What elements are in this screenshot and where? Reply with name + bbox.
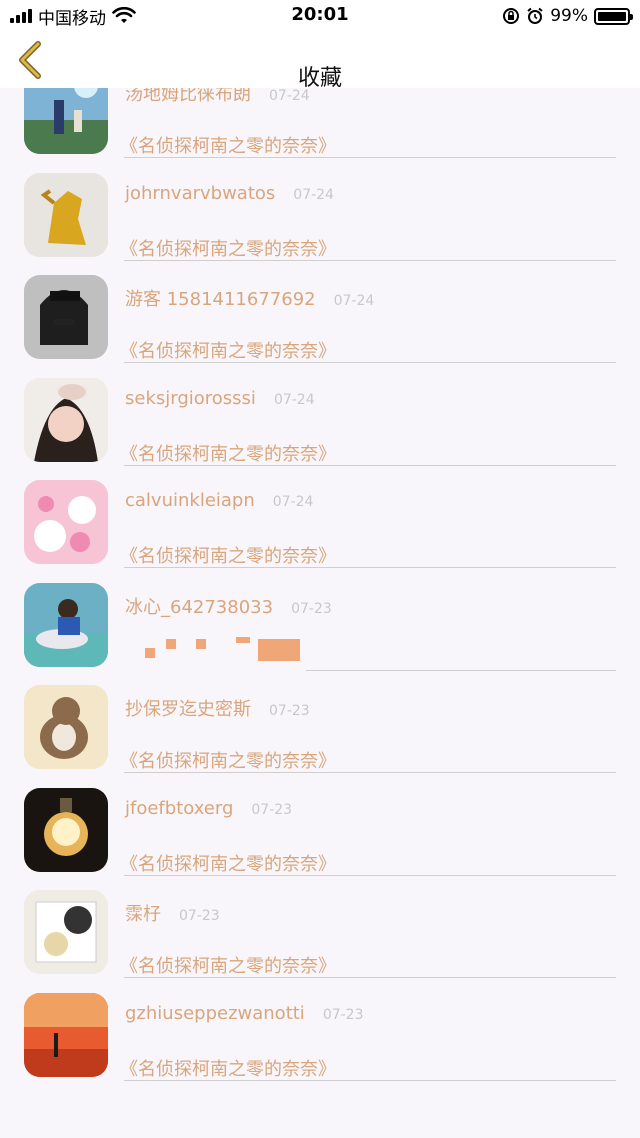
username[interactable]: calvuinkleiapn bbox=[125, 490, 255, 511]
list-item[interactable]: johrnvarvbwatos 07-24 《名侦探柯南之零的奈奈》 bbox=[0, 165, 640, 268]
avatar-image bbox=[24, 992, 108, 1077]
date-label: 07-24 bbox=[293, 186, 334, 203]
avatar-image bbox=[24, 172, 108, 257]
date-label: 07-24 bbox=[272, 494, 314, 510]
avatar-image bbox=[24, 480, 108, 564]
work-title[interactable]: 《名侦探柯南之零的奈奈》 bbox=[120, 235, 336, 261]
user-line: johrnvarvbwatos 07-24 bbox=[125, 183, 334, 204]
nav-bar: 收藏 bbox=[0, 32, 640, 91]
username[interactable]: 游客 1581411677692 bbox=[125, 285, 316, 311]
date-label: 07-23 bbox=[322, 1006, 364, 1023]
battery-percent: 99% bbox=[550, 6, 588, 26]
avatar[interactable] bbox=[24, 275, 108, 359]
divider bbox=[124, 874, 616, 876]
avatar-image bbox=[24, 275, 108, 359]
work-title[interactable]: 《名侦探柯南之零的奈奈》 bbox=[120, 952, 336, 978]
list-item[interactable]: jfoefbtoxerg 07-23 《名侦探柯南之零的奈奈》 bbox=[0, 780, 640, 883]
avatar[interactable] bbox=[24, 992, 108, 1077]
divider bbox=[124, 1079, 616, 1081]
list-item[interactable]: 抄保罗迄史密斯 07-23 《名侦探柯南之零的奈奈》 bbox=[0, 677, 640, 780]
avatar[interactable] bbox=[24, 480, 108, 564]
work-title[interactable]: 《名侦探柯南之零的奈奈》 bbox=[120, 337, 336, 363]
avatar[interactable] bbox=[24, 685, 108, 769]
divider bbox=[124, 772, 616, 773]
avatar-image bbox=[24, 377, 108, 462]
username[interactable]: 霂杍 bbox=[125, 900, 161, 926]
divider bbox=[124, 977, 616, 978]
avatar-image bbox=[24, 787, 108, 872]
work-title[interactable]: 《名侦探柯南之零的奈奈》 bbox=[120, 132, 336, 158]
username[interactable]: gzhiuseppezwanotti bbox=[125, 1003, 305, 1024]
username[interactable]: 抄保罗迄史密斯 bbox=[125, 695, 251, 721]
avatar-image bbox=[24, 890, 108, 974]
list-item[interactable]: seksjrgiorosssi 07-24 《名侦探柯南之零的奈奈》 bbox=[0, 370, 640, 473]
user-line: 抄保罗迄史密斯 07-23 bbox=[125, 695, 310, 721]
divider bbox=[124, 362, 616, 363]
rotation-lock-icon bbox=[503, 8, 520, 24]
date-label: 07-23 bbox=[291, 600, 332, 617]
work-title[interactable]: 《名侦探柯南之零的奈奈》 bbox=[120, 1055, 336, 1081]
favorites-list[interactable]: 汤地姆比徕布朗 07-24 《名侦探柯南之零的奈奈》 johrnvarvbwatos 0… bbox=[0, 52, 640, 1088]
avatar[interactable] bbox=[24, 582, 108, 667]
divider bbox=[124, 259, 616, 261]
battery-icon bbox=[594, 7, 633, 25]
work-title[interactable]: 《名侦探柯南之零的奈奈》 bbox=[120, 542, 336, 568]
date-label: 07-23 bbox=[179, 908, 220, 924]
battery-fill bbox=[598, 11, 626, 21]
divider bbox=[124, 157, 616, 158]
date-label: 07-23 bbox=[269, 703, 310, 719]
user-line: calvuinkleiapn 07-24 bbox=[125, 490, 313, 511]
avatar-image bbox=[24, 582, 108, 667]
username[interactable]: jfoefbtoxerg bbox=[125, 798, 233, 819]
work-title[interactable]: 《名侦探柯南之零的奈奈》 bbox=[120, 747, 336, 773]
avatar[interactable] bbox=[24, 172, 108, 257]
date-label: 07-23 bbox=[251, 801, 293, 818]
divider bbox=[306, 669, 616, 671]
username[interactable]: seksjrgiorosssi bbox=[125, 388, 256, 409]
avatar[interactable] bbox=[24, 377, 108, 462]
status-right: 99% bbox=[502, 4, 633, 28]
work-title[interactable]: 《名侦探柯南之零的奈奈》 bbox=[120, 440, 336, 466]
avatar-image bbox=[24, 685, 108, 769]
list-item[interactable]: 霂杍 07-23 《名侦探柯南之零的奈奈》 bbox=[0, 882, 640, 985]
list-item[interactable]: gzhiuseppezwanotti 07-23 《名侦探柯南之零的奈奈》 bbox=[0, 985, 640, 1088]
user-line: jfoefbtoxerg 07-23 bbox=[125, 798, 292, 819]
date-label: 07-24 bbox=[273, 391, 315, 408]
status-bar: 中国移动 20:01 99% bbox=[0, 0, 640, 32]
divider bbox=[124, 567, 616, 568]
user-line: seksjrgiorosssi 07-24 bbox=[125, 388, 315, 409]
list-item[interactable]: calvuinkleiapn 07-24 《名侦探柯南之零的奈奈》 bbox=[0, 472, 640, 575]
work-title[interactable]: 《名侦探柯南之零的奈奈》 bbox=[120, 850, 336, 876]
list-item[interactable]: 游客 1581411677692 07-24 《名侦探柯南之零的奈奈》 bbox=[0, 267, 640, 370]
divider bbox=[124, 464, 616, 466]
user-line: 游客 1581411677692 07-24 bbox=[125, 285, 374, 311]
user-line: gzhiuseppezwanotti 07-23 bbox=[125, 1003, 364, 1024]
user-line: 冰心_642738033 07-23 bbox=[125, 593, 332, 619]
alarm-icon bbox=[527, 7, 543, 24]
page-title: 收藏 bbox=[297, 66, 342, 91]
username[interactable]: 冰心_642738033 bbox=[125, 593, 273, 619]
user-line: 霂杍 07-23 bbox=[125, 900, 220, 926]
list-item[interactable]: 冰心_642738033 07-23 bbox=[0, 575, 640, 678]
username[interactable]: johrnvarvbwatos bbox=[125, 183, 275, 204]
avatar[interactable] bbox=[24, 890, 108, 974]
date-label: 07-24 bbox=[333, 293, 375, 309]
avatar[interactable] bbox=[24, 787, 108, 872]
